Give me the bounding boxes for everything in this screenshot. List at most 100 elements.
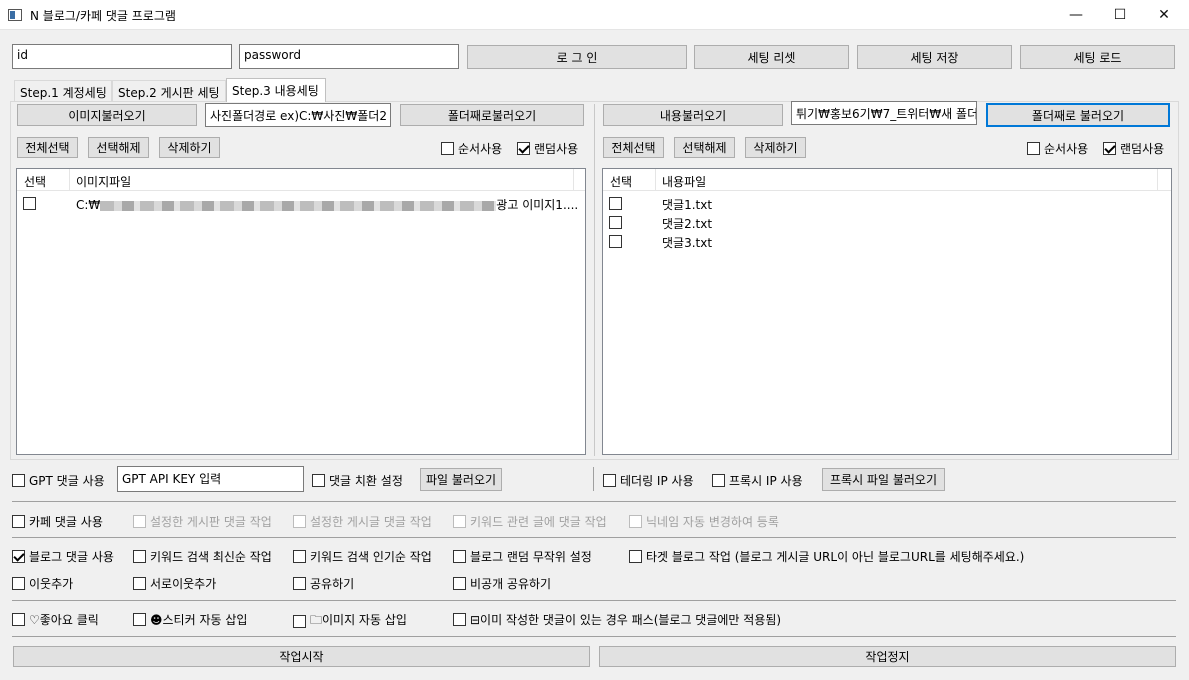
start-button[interactable]: 작업시작 (13, 646, 590, 667)
add-neighbor-checkbox[interactable]: 이웃추가 (12, 575, 73, 592)
table-row[interactable]: 댓글2.txt (603, 213, 1171, 232)
cafe-post-option[interactable]: 설정한 게시글 댓글 작업 (293, 513, 432, 530)
content-list-header: 선택 내용파일 (603, 169, 1171, 191)
left-delete-button[interactable]: 삭제하기 (159, 137, 220, 158)
row-checkbox[interactable] (609, 216, 622, 229)
image-insert-checkbox[interactable]: 🗀이미지 자동 삽입 (293, 611, 407, 632)
cafe-keyword-option[interactable]: 키워드 관련 글에 댓글 작업 (453, 513, 607, 530)
blog-random-box[interactable] (453, 550, 466, 563)
left-random-checkbox[interactable]: 랜덤사용 (517, 140, 578, 157)
cafe-nickname-option[interactable]: 닉네임 자동 변경하여 등록 (629, 513, 779, 530)
like-click-checkbox[interactable]: ♡좋아요 클릭 (12, 611, 99, 628)
app-icon (8, 9, 22, 21)
cafe-keyword-box[interactable] (453, 515, 466, 528)
image-file-list[interactable]: 선택 이미지파일 C:₩ 광고 이미지1.... (16, 168, 586, 455)
share-box[interactable] (293, 577, 306, 590)
tab-step1-account[interactable]: Step.1 계정세팅 (14, 80, 112, 101)
col-select[interactable]: 선택 (610, 173, 632, 190)
settings-load-button[interactable]: 세팅 로드 (1020, 45, 1175, 69)
tab-step3-content[interactable]: Step.3 내용세팅 (226, 78, 326, 102)
password-input[interactable]: password (239, 44, 459, 69)
right-deselect-button[interactable]: 선택해제 (674, 137, 735, 158)
login-button[interactable]: 로 그 인 (467, 45, 687, 69)
proxy-ip-box[interactable] (712, 474, 725, 487)
image-list-header: 선택 이미지파일 (17, 169, 585, 191)
image-insert-box[interactable] (293, 615, 306, 628)
row-checkbox[interactable] (609, 235, 622, 248)
comment-replace-box[interactable] (312, 474, 325, 487)
blog-latest-box[interactable] (133, 550, 146, 563)
blog-popular-label: 키워드 검색 인기순 작업 (310, 550, 432, 564)
col-select[interactable]: 선택 (24, 173, 46, 190)
gpt-comment-checkbox[interactable]: GPT 댓글 사용 (12, 472, 105, 489)
add-mutual-neighbor-box[interactable] (133, 577, 146, 590)
left-deselect-button[interactable]: 선택해제 (88, 137, 149, 158)
right-select-all-button[interactable]: 전체선택 (603, 137, 664, 158)
load-proxy-file-button[interactable]: 프록시 파일 불러오기 (822, 468, 945, 491)
left-order-box[interactable] (441, 142, 454, 155)
skip-existing-box[interactable] (453, 613, 466, 626)
private-share-box[interactable] (453, 577, 466, 590)
tethering-ip-box[interactable] (603, 474, 616, 487)
left-order-checkbox[interactable]: 순서사용 (441, 140, 502, 157)
table-row[interactable]: 댓글3.txt (603, 232, 1171, 251)
panel-divider (594, 104, 595, 456)
skip-existing-checkbox[interactable]: ⊟이미 작성한 댓글이 있는 경우 패스(블로그 댓글에만 적용됨) (453, 611, 781, 628)
load-content-button[interactable]: 내용불러오기 (603, 104, 783, 126)
add-neighbor-box[interactable] (12, 577, 25, 590)
gpt-api-key-input[interactable]: GPT API KEY 입력 (117, 466, 304, 492)
settings-reset-button[interactable]: 세팅 리셋 (694, 45, 849, 69)
load-file-button[interactable]: 파일 불러오기 (420, 468, 502, 491)
blog-latest-option[interactable]: 키워드 검색 최신순 작업 (133, 548, 272, 565)
right-order-checkbox[interactable]: 순서사용 (1027, 140, 1088, 157)
content-file-list[interactable]: 선택 내용파일 댓글1.txt 댓글2.txt 댓글3.txt (602, 168, 1172, 455)
image-folder-path-input[interactable]: 사진폴더경로 ex)C:₩사진₩폴더2 (205, 103, 391, 127)
cafe-post-box[interactable] (293, 515, 306, 528)
stop-button[interactable]: 작업정지 (599, 646, 1176, 667)
add-mutual-neighbor-checkbox[interactable]: 서로이웃추가 (133, 575, 216, 592)
cafe-board-option[interactable]: 설정한 게시판 댓글 작업 (133, 513, 272, 530)
maximize-icon[interactable]: ☐ (1097, 0, 1143, 30)
left-random-box[interactable] (517, 142, 530, 155)
sticker-insert-checkbox[interactable]: ☻스티커 자동 삽입 (133, 611, 247, 628)
blog-popular-option[interactable]: 키워드 검색 인기순 작업 (293, 548, 432, 565)
right-random-box[interactable] (1103, 142, 1116, 155)
load-images-button[interactable]: 이미지불러오기 (17, 104, 197, 126)
blog-popular-box[interactable] (293, 550, 306, 563)
cafe-comment-checkbox[interactable]: 카페 댓글 사용 (12, 513, 103, 530)
load-content-folder-button[interactable]: 폴더째로 불러오기 (986, 103, 1170, 127)
load-image-folder-button[interactable]: 폴더째로불러오기 (400, 104, 584, 126)
close-icon[interactable]: ✕ (1141, 0, 1187, 30)
col-content-file[interactable]: 내용파일 (662, 173, 706, 190)
right-order-box[interactable] (1027, 142, 1040, 155)
right-delete-button[interactable]: 삭제하기 (745, 137, 806, 158)
blog-comment-box[interactable] (12, 550, 25, 563)
left-select-all-button[interactable]: 전체선택 (17, 137, 78, 158)
cafe-board-box[interactable] (133, 515, 146, 528)
blog-random-option[interactable]: 블로그 랜덤 무작위 설정 (453, 548, 592, 565)
cafe-comment-box[interactable] (12, 515, 25, 528)
comment-replace-checkbox[interactable]: 댓글 치환 설정 (312, 472, 403, 489)
content-folder-path-input[interactable]: 튀기₩홍보6기₩7_트위터₩새 폴더 (791, 101, 977, 125)
row-checkbox[interactable] (23, 197, 36, 210)
tab-step2-board[interactable]: Step.2 게시판 세팅 (112, 80, 226, 101)
col-image-file[interactable]: 이미지파일 (76, 173, 131, 190)
cafe-nickname-box[interactable] (629, 515, 642, 528)
share-checkbox[interactable]: 공유하기 (293, 575, 354, 592)
gpt-comment-box[interactable] (12, 474, 25, 487)
blog-target-option[interactable]: 타겟 블로그 작업 (블로그 게시글 URL이 아닌 블로그URL를 세팅해주세… (629, 548, 1024, 565)
settings-save-button[interactable]: 세팅 저장 (857, 45, 1012, 69)
table-row[interactable]: 댓글1.txt (603, 194, 1171, 213)
minimize-icon[interactable]: — (1053, 0, 1099, 30)
id-input[interactable]: id (12, 44, 232, 69)
row-checkbox[interactable] (609, 197, 622, 210)
blog-target-box[interactable] (629, 550, 642, 563)
sticker-insert-box[interactable] (133, 613, 146, 626)
right-random-checkbox[interactable]: 랜덤사용 (1103, 140, 1164, 157)
proxy-ip-checkbox[interactable]: 프록시 IP 사용 (712, 472, 803, 489)
tethering-ip-checkbox[interactable]: 테더링 IP 사용 (603, 472, 694, 489)
private-share-checkbox[interactable]: 비공개 공유하기 (453, 575, 551, 592)
like-click-box[interactable] (12, 613, 25, 626)
blog-comment-checkbox[interactable]: 블로그 댓글 사용 (12, 548, 114, 565)
table-row[interactable]: C:₩ 광고 이미지1.... (17, 194, 585, 213)
